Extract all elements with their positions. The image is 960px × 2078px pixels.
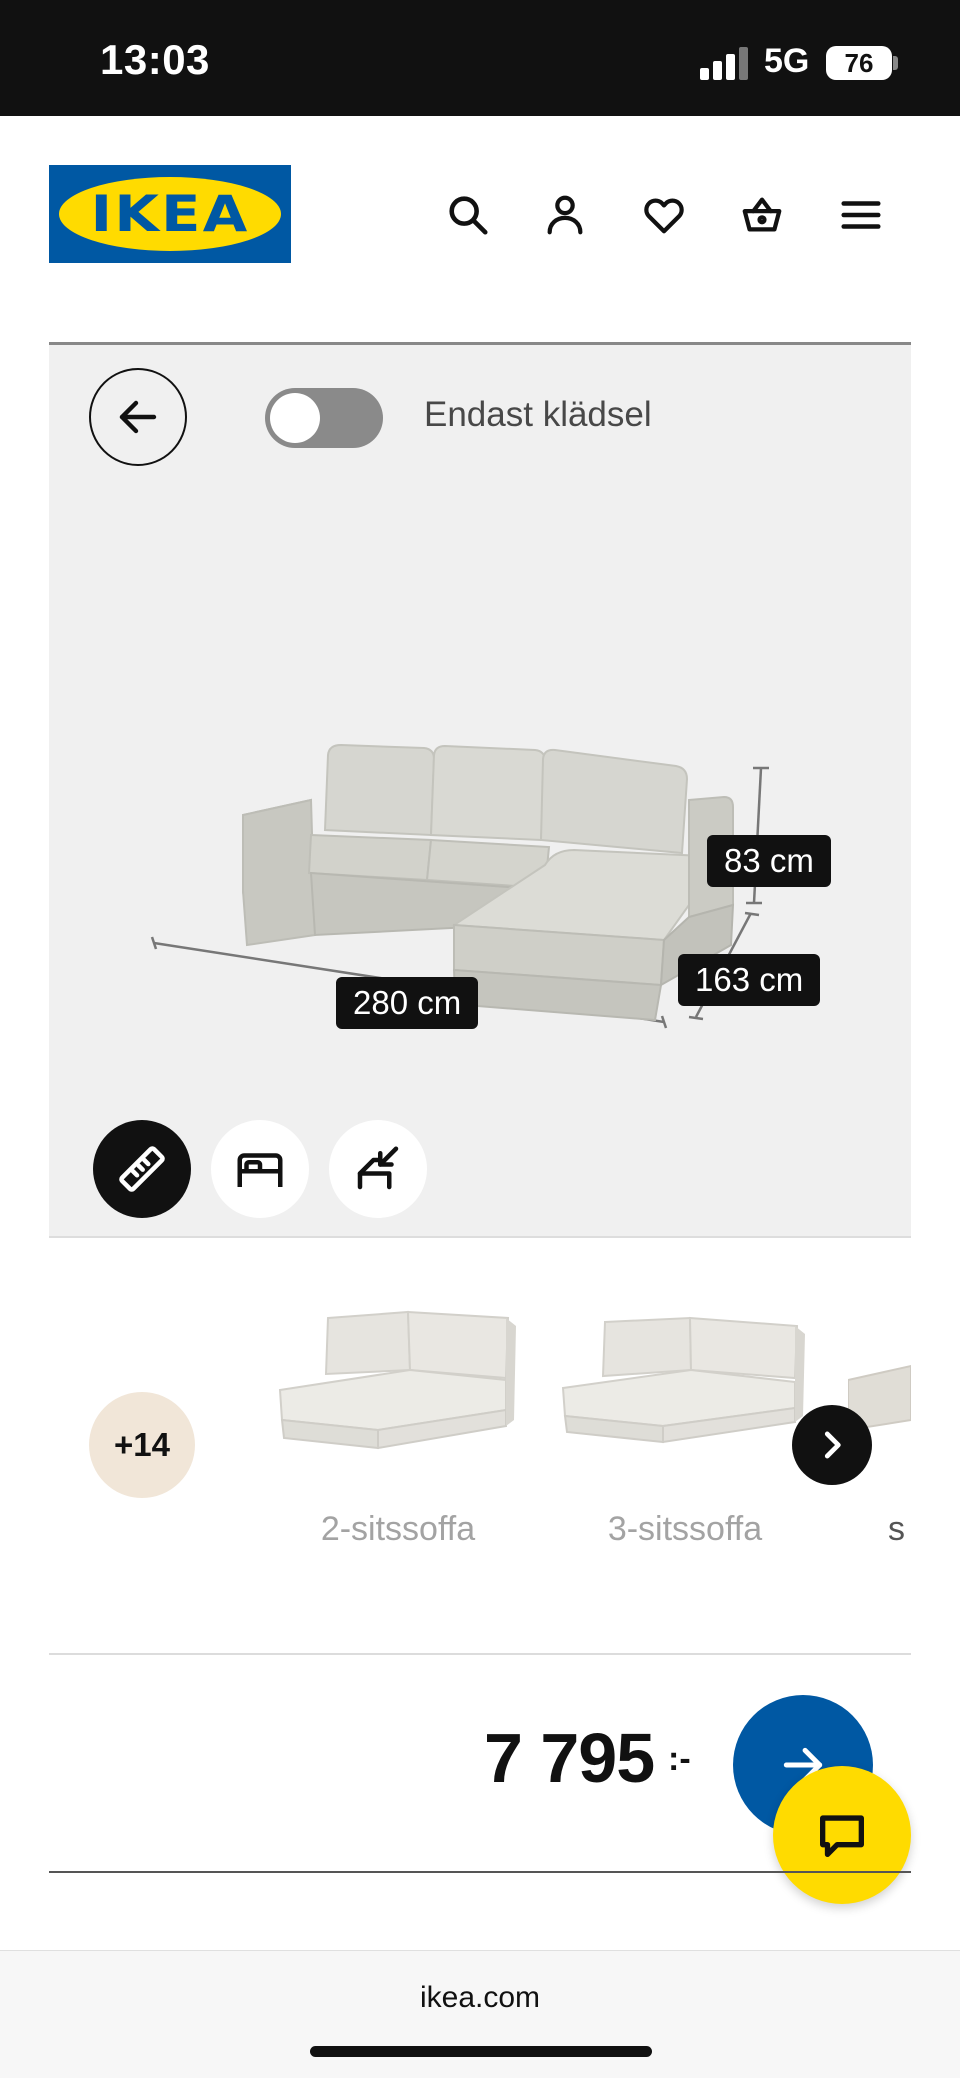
url-text: ikea.com [419,1981,541,2014]
resize-icon [357,1146,399,1190]
signal-icon [700,46,748,80]
variant-card[interactable]: 3-sitssoffa [555,1270,815,1548]
bed-mode-button[interactable] [211,1120,309,1218]
ruler-icon [119,1146,165,1192]
variant-label: 3-sitssoffa [607,1510,763,1548]
variant-label: 2-sitssoffa [320,1510,476,1548]
ikea-logo[interactable]: IKEA [49,165,291,263]
logo-text: IKEA [90,185,250,243]
home-indicator[interactable] [310,2046,652,2057]
sofa-image[interactable] [49,345,911,1241]
bed-icon [237,1153,283,1187]
divider [49,1653,911,1655]
more-variants-badge[interactable]: +14 [89,1392,195,1498]
arrow-left-icon [119,400,157,434]
sofa-illustration [150,743,769,1029]
status-bar: 13:03 5G 76 [0,0,960,116]
carousel-next-button[interactable] [792,1405,872,1485]
price-amount: 7 795 [484,1719,655,1797]
resize-button[interactable] [329,1120,427,1218]
back-button[interactable] [89,368,187,466]
heart-icon[interactable] [639,190,689,240]
chat-button[interactable] [773,1766,911,1904]
profile-icon[interactable] [540,190,590,240]
variant-label-partial: s [888,1510,905,1548]
basket-icon[interactable] [737,190,787,240]
chat-icon [820,1815,864,1857]
site-header: IKEA [0,116,960,311]
status-time: 13:03 [100,36,210,83]
three-seat-sofa-image [561,1316,805,1444]
depth-dimension-label: 163 cm [678,954,821,1006]
logo-oval: IKEA [59,177,281,251]
upholstery-only-toggle[interactable] [265,388,383,448]
divider [49,1871,911,1873]
toggle-knob [270,393,320,443]
browser-url-bar[interactable]: ikea.com [0,1950,960,2078]
two-seat-sofa-image [278,1310,516,1450]
variant-card[interactable]: 2-sitssoffa [268,1270,528,1548]
width-dimension-label: 280 cm [336,977,479,1029]
chevron-right-icon [824,1431,841,1459]
product-viewer: Endast klädsel 83 cm 163 cm 280 cm [49,342,911,1238]
search-icon[interactable] [443,190,493,240]
height-dimension-label: 83 cm [707,835,831,887]
battery-cap [893,56,898,70]
menu-icon[interactable] [836,190,886,240]
battery-icon: 76 [826,46,892,80]
upholstery-only-label: Endast klädsel [424,395,652,434]
measure-button[interactable] [93,1120,191,1218]
price-currency: :- [668,1740,691,1778]
network-type: 5G [764,42,810,80]
